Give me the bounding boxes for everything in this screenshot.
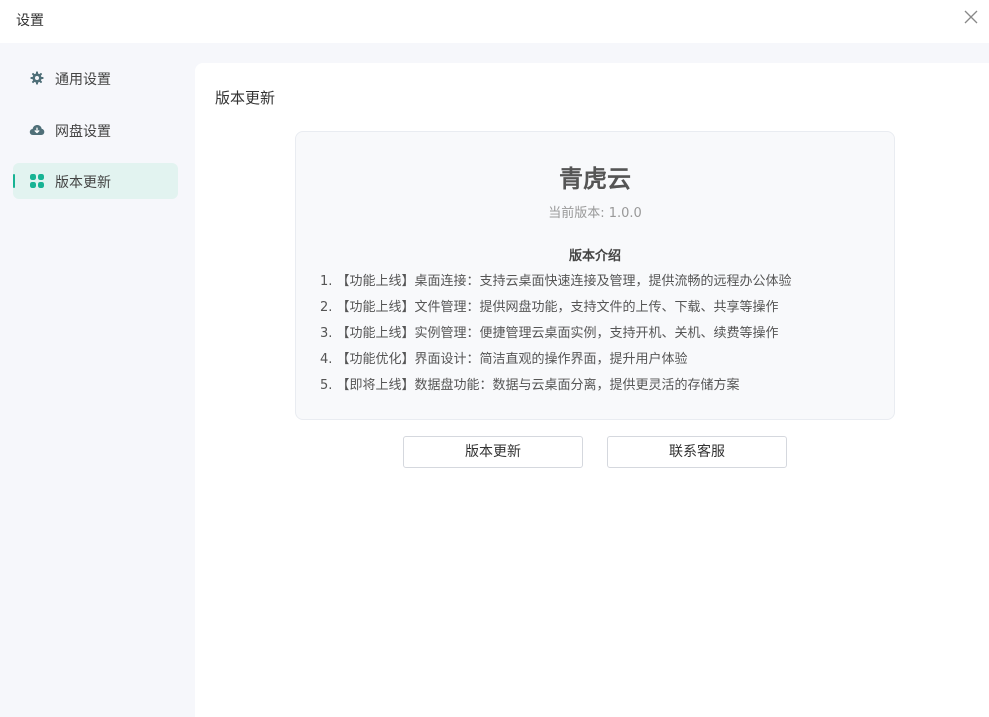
contact-support-button[interactable]: 联系客服 xyxy=(607,436,787,468)
release-note-item: 4. 【功能优化】界面设计：简洁直观的操作界面，提升用户体验 xyxy=(320,352,688,367)
title-bar: 设置 xyxy=(0,0,989,43)
window-title: 设置 xyxy=(16,13,44,29)
sidebar-item-label: 版本更新 xyxy=(55,175,111,191)
gear-icon xyxy=(29,70,45,86)
sidebar-item-label: 通用设置 xyxy=(55,72,111,88)
cloud-download-icon xyxy=(29,122,45,138)
sidebar: 通用设置 网盘设置 版本更新 xyxy=(0,43,195,717)
app-name: 青虎云 xyxy=(559,165,631,193)
release-notes-heading: 版本介绍 xyxy=(568,249,621,264)
close-icon xyxy=(964,10,978,24)
release-note-item: 5. 【即将上线】数据盘功能：数据与云桌面分离，提供更灵活的存储方案 xyxy=(320,378,740,393)
sidebar-item-general-settings[interactable]: 通用设置 xyxy=(13,60,178,96)
sidebar-item-version-update[interactable]: 版本更新 xyxy=(13,163,178,199)
sidebar-item-netdisk-settings[interactable]: 网盘设置 xyxy=(13,112,178,148)
main-panel: 版本更新 青虎云 当前版本: 1.0.0 版本介绍 1. 【功能上线】桌面连接：… xyxy=(195,63,989,717)
page-title: 版本更新 xyxy=(215,89,276,107)
release-note-item: 1. 【功能上线】桌面连接：支持云桌面快速连接及管理，提供流畅的远程办公体验 xyxy=(320,274,792,289)
close-button[interactable] xyxy=(962,8,980,26)
active-indicator xyxy=(13,174,15,188)
version-update-button[interactable]: 版本更新 xyxy=(403,436,583,468)
release-note-item: 3. 【功能上线】实例管理：便捷管理云桌面实例，支持开机、关机、续费等操作 xyxy=(320,326,779,341)
version-card: 青虎云 当前版本: 1.0.0 版本介绍 1. 【功能上线】桌面连接：支持云桌面… xyxy=(295,131,895,420)
release-note-item: 2. 【功能上线】文件管理：提供网盘功能，支持文件的上传、下载、共享等操作 xyxy=(320,300,779,315)
current-version: 当前版本: 1.0.0 xyxy=(548,206,642,221)
release-notes-list: 1. 【功能上线】桌面连接：支持云桌面快速连接及管理，提供流畅的远程办公体验 2… xyxy=(320,271,880,401)
sidebar-item-label: 网盘设置 xyxy=(55,124,111,140)
grid-icon xyxy=(29,173,45,189)
